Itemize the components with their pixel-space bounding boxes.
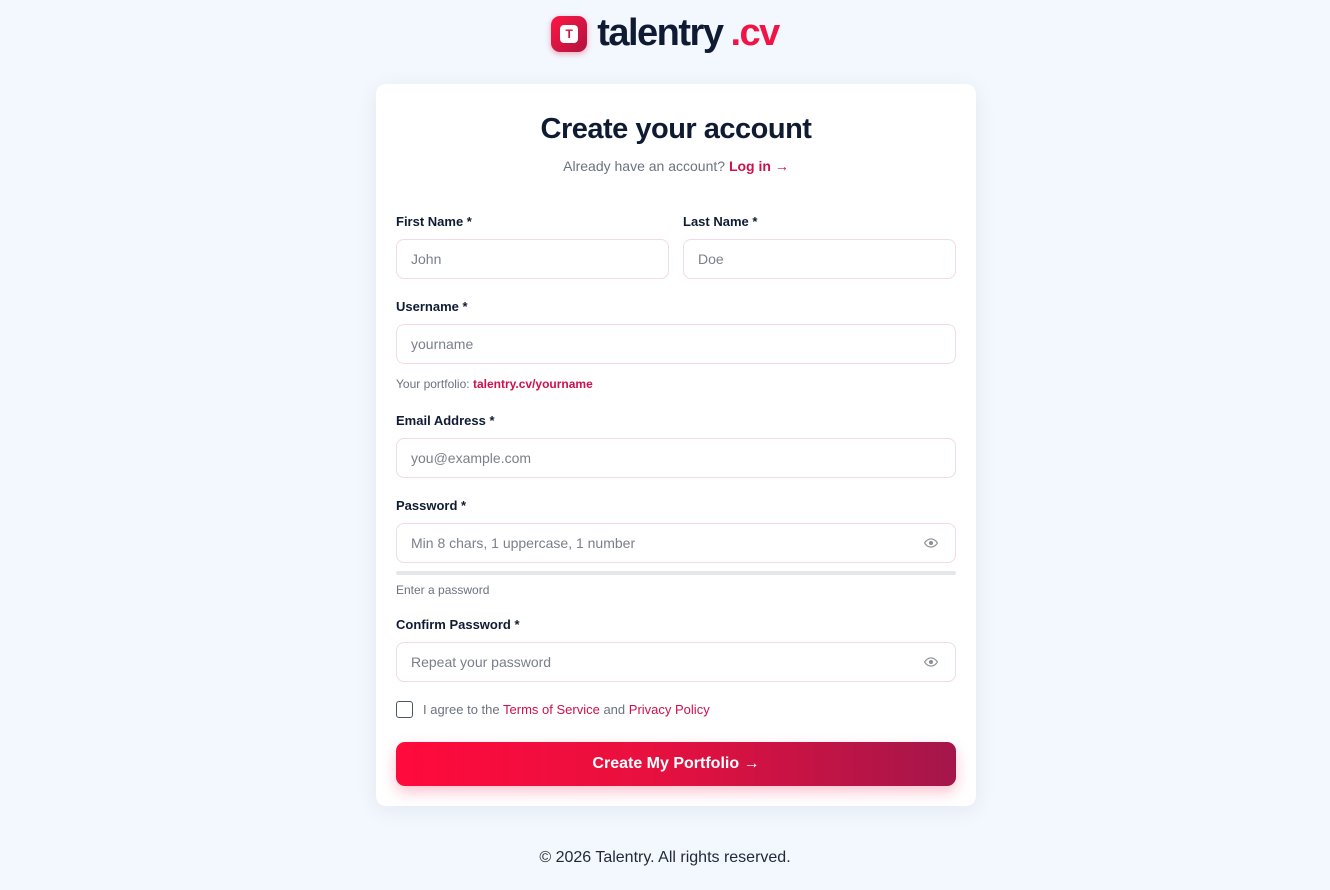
eye-icon[interactable] xyxy=(924,655,938,669)
logo-mark-letter: T xyxy=(560,24,579,43)
email-placeholder: you@example.com xyxy=(411,450,532,466)
logo-name: talentry xyxy=(597,12,724,54)
footer-copyright: © 2026 Talentry. All rights reserved. xyxy=(539,849,791,866)
brand-header: T talentry .cv xyxy=(0,12,1330,55)
username-placeholder: yourname xyxy=(411,336,474,352)
portfolio-url-hint: Your portfolio: talentry.cv/yourname xyxy=(396,377,956,391)
last-name-input[interactable]: Doe xyxy=(683,239,956,279)
username-group: Username * yourname Your portfolio: tale… xyxy=(396,299,956,391)
terms-checkbox[interactable] xyxy=(396,701,413,718)
email-input[interactable]: you@example.com xyxy=(396,438,956,478)
terms-and: and xyxy=(603,702,626,717)
first-name-placeholder: John xyxy=(411,251,442,267)
signup-card: Create your account Already have an acco… xyxy=(376,84,976,806)
login-prompt-text: Already have an account? xyxy=(563,158,726,174)
confirm-password-placeholder: Repeat your password xyxy=(411,654,552,670)
login-link[interactable]: Log in → xyxy=(729,158,789,174)
logo-wordmark[interactable]: talentry .cv xyxy=(597,12,780,55)
username-label: Username * xyxy=(396,299,468,314)
email-group: Email Address * you@example.com xyxy=(396,413,956,478)
password-input[interactable]: Min 8 chars, 1 uppercase, 1 number xyxy=(396,523,956,563)
terms-of-service-link[interactable]: Terms of Service xyxy=(503,702,600,717)
first-name-input[interactable]: John xyxy=(396,239,669,279)
email-label: Email Address * xyxy=(396,413,495,428)
password-group: Password * Min 8 chars, 1 uppercase, 1 n… xyxy=(396,498,956,597)
last-name-group: Last Name * Doe xyxy=(683,214,956,279)
eye-icon[interactable] xyxy=(924,536,938,550)
first-name-label: First Name * xyxy=(396,214,472,229)
privacy-policy-link[interactable]: Privacy Policy xyxy=(629,702,710,717)
create-portfolio-button[interactable]: Create My Portfolio → xyxy=(396,742,956,786)
portfolio-url-preview: talentry.cv/yourname xyxy=(472,377,593,391)
password-placeholder: Min 8 chars, 1 uppercase, 1 number xyxy=(411,535,636,551)
first-name-group: First Name * John xyxy=(396,214,669,279)
login-prompt: Already have an account? Log in → xyxy=(396,158,956,174)
confirm-password-group: Confirm Password * Repeat your password xyxy=(396,617,956,682)
username-input[interactable]: yourname xyxy=(396,324,956,364)
password-strength-text: Enter a password xyxy=(396,583,490,597)
portfolio-hint-prefix: Your portfolio: xyxy=(396,377,470,391)
terms-agreement: I agree to the Terms of Service and Priv… xyxy=(396,701,710,718)
logo-tld: .cv xyxy=(730,12,780,54)
password-strength-bar xyxy=(396,571,956,575)
confirm-password-input[interactable]: Repeat your password xyxy=(396,642,956,682)
confirm-password-label: Confirm Password * xyxy=(396,617,520,632)
last-name-placeholder: Doe xyxy=(698,251,724,267)
password-label: Password * xyxy=(396,498,467,513)
last-name-label: Last Name * xyxy=(683,214,758,229)
logo-mark-icon: T xyxy=(551,15,588,52)
terms-prefix: I agree to the xyxy=(423,702,500,717)
terms-text: I agree to the Terms of Service and Priv… xyxy=(423,702,710,717)
page-title: Create your account xyxy=(540,113,812,145)
